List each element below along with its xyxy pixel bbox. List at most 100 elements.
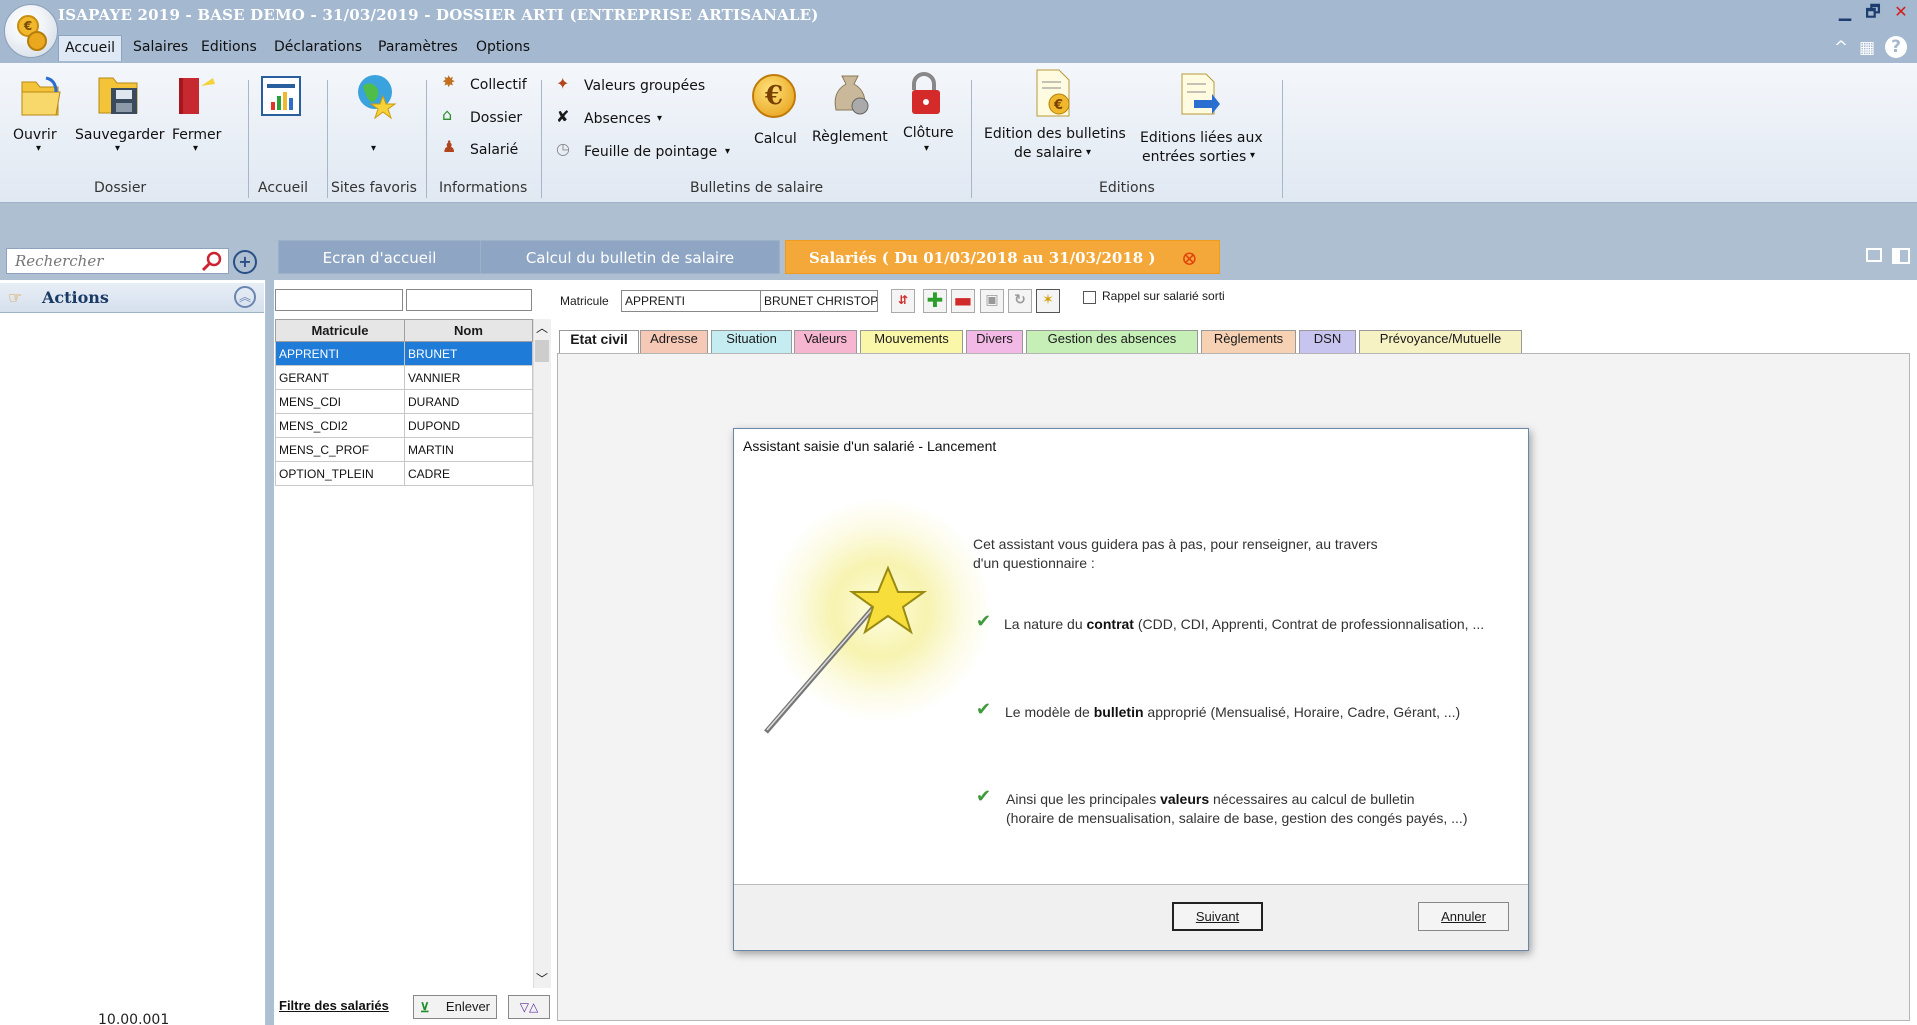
table-row[interactable]: GERANT VANNIER <box>275 365 533 390</box>
table-row[interactable]: MENS_CDI DURAND <box>275 389 533 414</box>
dossier-button[interactable]: Dossier <box>470 110 522 126</box>
collapse-icon[interactable]: ︽ <box>234 286 256 308</box>
entry-exit-edition-dropdown[interactable]: ▾ <box>1250 150 1255 161</box>
actions-panel-header[interactable] <box>0 283 264 313</box>
table-row[interactable]: OPTION_TPLEIN CADRE <box>275 461 533 486</box>
actions-label[interactable]: Actions <box>42 288 109 307</box>
sort-button[interactable]: ▽△ <box>508 995 550 1019</box>
open-button[interactable]: Ouvrir <box>13 127 57 143</box>
salarie-button[interactable]: Salarié <box>470 142 518 158</box>
scroll-up-arrow[interactable]: ︿ <box>534 319 550 336</box>
tab-gestion-absences[interactable]: Gestion des absences <box>1026 330 1198 354</box>
cloture-dropdown[interactable]: ▾ <box>924 143 929 154</box>
menu-parametres[interactable]: Paramètres <box>372 35 464 59</box>
payslip-edition-dropdown[interactable]: ▾ <box>1086 147 1091 158</box>
item-contrat: La nature du contrat (CDD, CDI, Apprenti… <box>1004 616 1485 632</box>
split-view-icon[interactable] <box>1892 248 1910 264</box>
menu-accueil[interactable]: Accueil <box>58 35 122 61</box>
cancel-button[interactable]: Annuler <box>1418 902 1509 931</box>
open-dropdown[interactable]: ▾ <box>36 143 41 154</box>
search-input[interactable]: Rechercher <box>6 248 229 274</box>
minimize-button[interactable]: ▁ <box>1834 2 1856 24</box>
list-scrollbar[interactable] <box>533 319 551 988</box>
matricule-field[interactable]: APPRENTI <box>621 290 761 312</box>
cloture-button[interactable]: Clôture <box>903 125 954 141</box>
open-folder-icon <box>18 72 62 118</box>
tab-payslip-calc[interactable]: Calcul du bulletin de salaire <box>480 240 780 274</box>
entry-exit-edition-line2[interactable]: entrées sorties <box>1142 149 1246 165</box>
tab-dsn[interactable]: DSN <box>1299 330 1356 354</box>
timesheet-dropdown[interactable]: ▾ <box>725 146 730 157</box>
collectif-button[interactable]: Collectif <box>470 77 527 93</box>
close-folder-button[interactable]: Fermer <box>172 127 221 143</box>
column-header-matricule[interactable]: Matricule <box>275 319 405 342</box>
payslip-edition-line2[interactable]: de salaire <box>1014 145 1082 161</box>
save-dropdown[interactable]: ▾ <box>115 143 120 154</box>
payslip-edition-button[interactable]: Edition des bulletins <box>984 126 1126 142</box>
close-button[interactable]: ✕ <box>1890 2 1912 24</box>
tab-divers[interactable]: Divers <box>966 330 1023 354</box>
entry-exit-edition-button[interactable]: Editions liées aux <box>1140 130 1263 146</box>
table-row[interactable]: APPRENTI BRUNET <box>275 341 533 366</box>
toolbar-band <box>0 203 1917 233</box>
employee-name-field[interactable]: BRUNET CHRISTOP <box>760 290 878 312</box>
remove-filter-button[interactable]: ⊻ Enlever <box>413 995 497 1019</box>
grouped-values-icon: ✦ <box>556 74 570 93</box>
table-row[interactable]: MENS_CDI2 DUPOND <box>275 413 533 438</box>
add-employee-icon[interactable]: ✚ <box>923 289 947 313</box>
rappel-checkbox[interactable] <box>1083 291 1096 304</box>
employee-icon: ♟ <box>442 137 457 156</box>
menu-salaires[interactable]: Salaires <box>127 35 194 59</box>
save-button[interactable]: Sauvegarder <box>75 127 164 143</box>
absences-button[interactable]: Absences <box>584 111 651 127</box>
filter-remove-icon: ⊻ <box>420 1000 430 1015</box>
menu-editions[interactable]: Editions <box>195 35 263 59</box>
sort-order-icon[interactable]: ⇵ <box>891 289 915 313</box>
calcul-button[interactable]: Calcul <box>754 131 797 147</box>
tab-mouvements[interactable]: Mouvements <box>860 330 963 354</box>
tab-etat-civil[interactable]: Etat civil <box>559 330 639 355</box>
help-icon[interactable]: ? <box>1885 36 1907 58</box>
collapse-ribbon-icon[interactable]: ^ <box>1830 38 1852 58</box>
navigation-icon[interactable]: + <box>233 250 257 274</box>
wizard-wand-icon[interactable]: ✶ <box>1036 289 1060 313</box>
menu-options[interactable]: Options <box>470 35 536 59</box>
close-folder-dropdown[interactable]: ▾ <box>193 143 198 154</box>
timesheet-button[interactable]: Feuille de pointage <box>584 144 717 160</box>
next-button[interactable]: Suivant <box>1172 902 1263 931</box>
app-logo[interactable]: € <box>4 4 58 58</box>
calculator-icon[interactable]: ▦ <box>1856 38 1878 58</box>
grouped-values-button[interactable]: Valeurs groupées <box>584 78 705 94</box>
employee-filter-link[interactable]: Filtre des salariés <box>279 998 389 1013</box>
search-icon[interactable] <box>200 250 224 272</box>
absences-dropdown[interactable]: ▾ <box>657 113 662 124</box>
refresh-icon[interactable]: ↻ <box>1008 289 1032 313</box>
filter-name-input[interactable] <box>406 289 532 311</box>
column-header-nom[interactable]: Nom <box>404 319 533 342</box>
favorite-sites-dropdown[interactable]: ▾ <box>371 143 376 154</box>
scrollbar-thumb[interactable] <box>535 340 549 362</box>
filter-matricule-input[interactable] <box>275 289 403 311</box>
tab-adresse[interactable]: Adresse <box>640 330 708 354</box>
menu-declarations[interactable]: Déclarations <box>268 35 368 59</box>
restore-button[interactable]: 🗗 <box>1862 2 1884 24</box>
ribbon-separator <box>426 80 427 198</box>
tab-employees[interactable]: Salariés ( Du 01/03/2018 au 31/03/2018 )… <box>785 240 1220 274</box>
tab-reglements[interactable]: Règlements <box>1201 330 1296 354</box>
single-view-icon[interactable] <box>1866 248 1882 266</box>
scroll-down-arrow[interactable]: ﹀ <box>534 970 550 987</box>
tab-home-screen[interactable]: Ecran d'accueil <box>278 240 481 274</box>
favorite-sites-icon[interactable] <box>355 72 399 120</box>
group-label-sites: Sites favoris <box>331 180 417 196</box>
tab-prevoyance[interactable]: Prévoyance/Mutuelle <box>1359 330 1522 354</box>
close-tab-icon[interactable]: ⊗ <box>1181 241 1198 275</box>
ribbon-separator <box>541 80 542 198</box>
save-record-icon[interactable]: ▣ <box>980 289 1004 313</box>
tab-valeurs[interactable]: Valeurs <box>794 330 857 354</box>
table-row[interactable]: MENS_C_PROF MARTIN <box>275 437 533 462</box>
group-label-editions: Editions <box>1099 180 1155 196</box>
tab-situation[interactable]: Situation <box>711 330 792 354</box>
reglement-button[interactable]: Règlement <box>812 129 888 145</box>
delete-employee-icon[interactable]: ▬ <box>951 289 975 313</box>
home-screen-icon[interactable] <box>261 76 301 116</box>
